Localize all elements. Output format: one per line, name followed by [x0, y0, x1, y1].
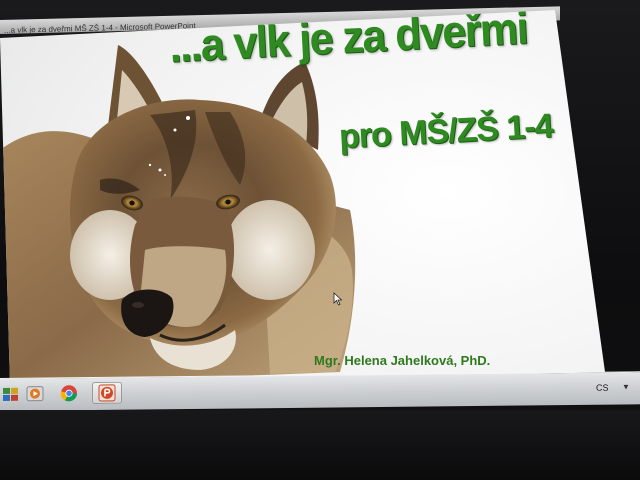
start-button[interactable] — [0, 383, 22, 405]
powerpoint-icon — [98, 384, 116, 402]
mouse-cursor-icon — [333, 292, 343, 306]
taskbar-powerpoint[interactable] — [92, 381, 122, 405]
monitor-screen: ...a vlk je za dveřmi MŠ ZŠ 1-4 - Micros… — [0, 0, 640, 480]
tray-language[interactable]: CS — [596, 383, 609, 393]
taskbar-media-player[interactable] — [24, 383, 46, 405]
media-player-icon — [26, 386, 44, 402]
taskbar-chrome[interactable] — [58, 382, 80, 404]
start-icon — [3, 387, 18, 401]
monitor-bezel — [0, 410, 640, 480]
slide-author: Mgr. Helena Jahelková, PhD. — [314, 353, 491, 368]
taskbar: CS ▼ — [0, 371, 640, 411]
tray-expand-icon[interactable]: ▼ — [622, 382, 630, 391]
chrome-icon — [60, 385, 77, 402]
